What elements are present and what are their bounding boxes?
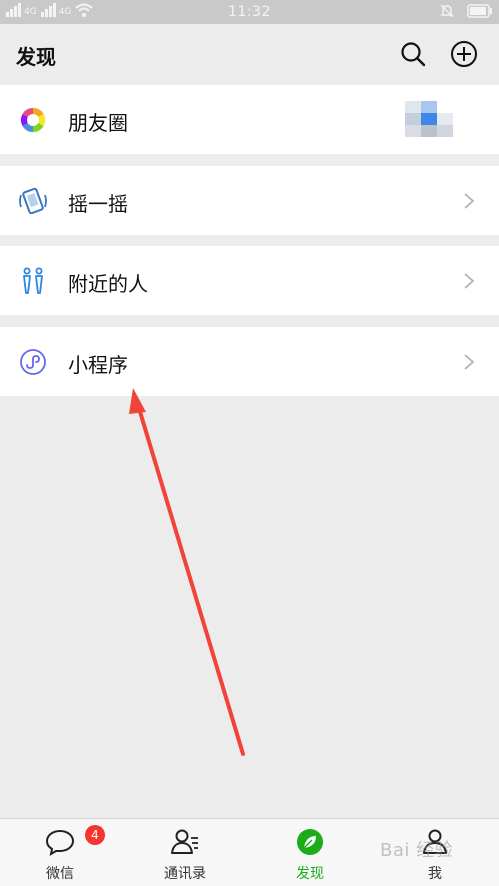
tab-label-contacts: 通讯录 — [164, 866, 206, 882]
menu-label-nearby: 附近的人 — [68, 272, 148, 296]
mini-program-icon — [20, 349, 46, 375]
moments-icon — [20, 107, 46, 133]
search-icon[interactable] — [399, 40, 427, 68]
tab-discover[interactable]: 发现 — [265, 819, 355, 886]
bell-muted-icon — [440, 4, 454, 18]
menu-item-mini-programs[interactable]: 小程序 — [0, 327, 499, 396]
people-nearby-icon — [23, 267, 43, 294]
menu-label-mini-programs: 小程序 — [68, 353, 128, 377]
tab-label-me: 我 — [428, 866, 442, 882]
tab-label-discover: 发现 — [296, 866, 324, 882]
contacts-icon — [171, 829, 198, 854]
app-header: 发现 — [0, 24, 499, 84]
chevron-right-icon — [464, 354, 475, 370]
menu-item-moments[interactable]: 朋友圈 — [0, 85, 499, 154]
unread-badge: 4 — [85, 825, 105, 845]
page-title: 发现 — [16, 45, 56, 69]
menu-label-shake: 摇一摇 — [68, 192, 128, 216]
moments-thumbnail — [405, 101, 453, 137]
tab-label-chats: 微信 — [46, 866, 74, 882]
status-right — [439, 3, 493, 19]
status-time: 11:32 — [228, 4, 271, 20]
tab-chats[interactable]: 4 微信 — [15, 819, 105, 886]
compass-icon — [297, 829, 323, 855]
chat-bubble-icon — [45, 829, 75, 857]
tab-contacts[interactable]: 通讯录 — [140, 819, 230, 886]
chevron-right-icon — [464, 193, 475, 209]
menu-item-shake[interactable]: 摇一摇 — [0, 166, 499, 235]
status-bar: 4G 4G 11:32 — [0, 0, 499, 24]
menu-item-nearby[interactable]: 附近的人 — [0, 246, 499, 315]
add-icon[interactable] — [450, 40, 478, 68]
menu-label-moments: 朋友圈 — [68, 111, 128, 135]
watermark: Bai 经验 — [380, 840, 454, 861]
battery-icon — [467, 4, 492, 18]
chevron-right-icon — [464, 273, 475, 289]
shake-icon — [19, 187, 47, 215]
